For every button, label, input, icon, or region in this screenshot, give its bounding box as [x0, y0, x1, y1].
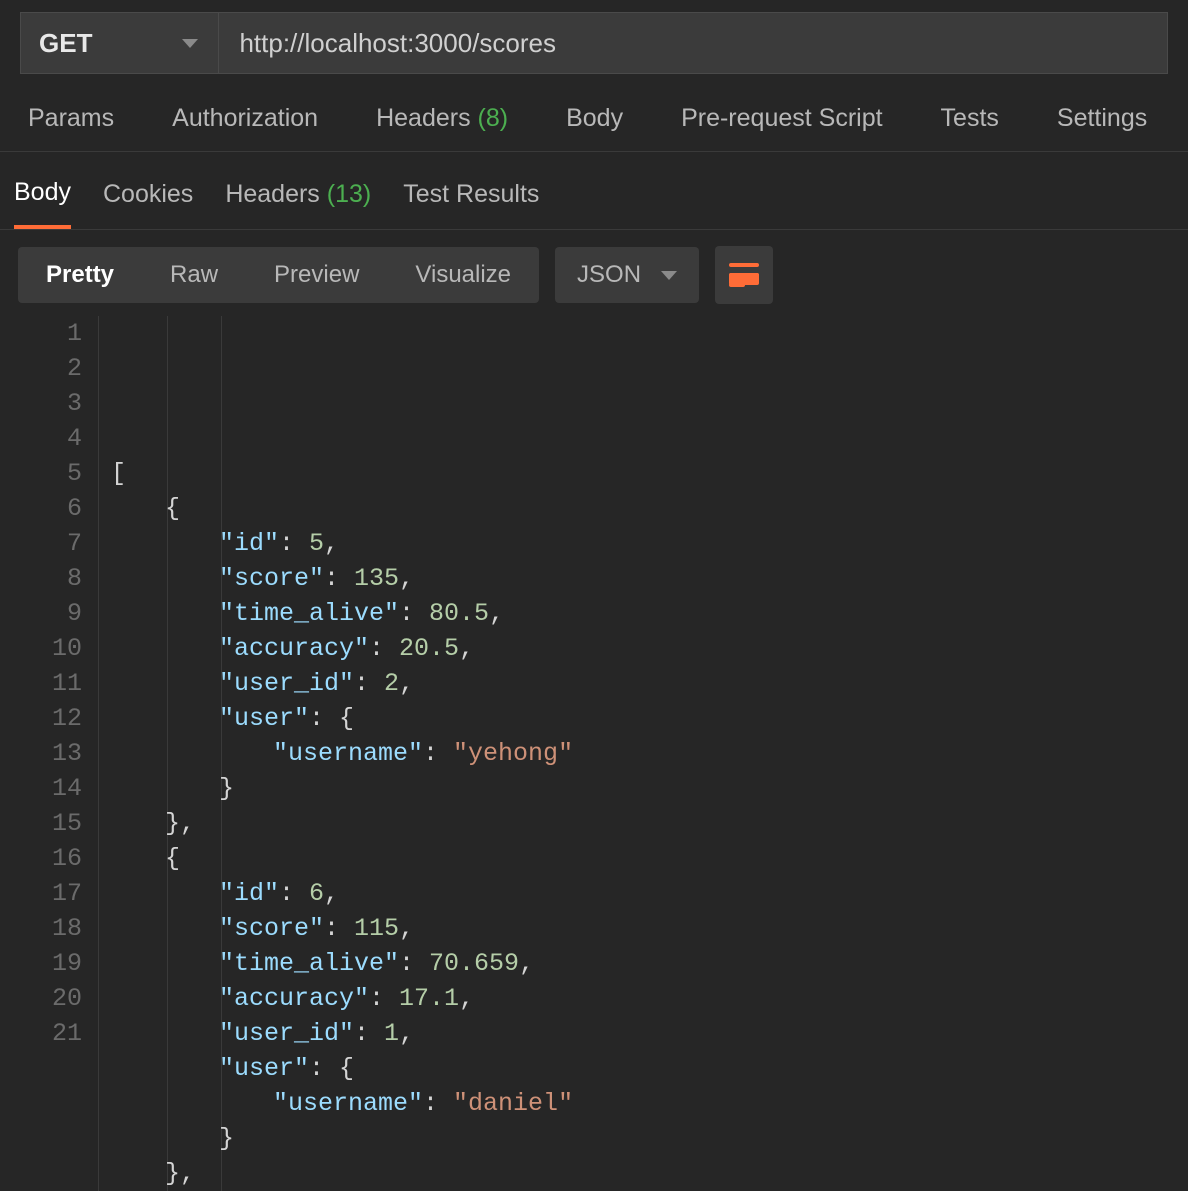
view-raw-button[interactable]: Raw	[142, 247, 246, 303]
view-visualize-button[interactable]: Visualize	[387, 247, 539, 303]
view-preview-button[interactable]: Preview	[246, 247, 387, 303]
chevron-down-icon	[182, 39, 198, 48]
line-number-gutter: 123456789101112131415161718192021	[0, 316, 98, 1191]
chevron-down-icon	[661, 271, 677, 280]
request-tabs: Params Authorization Headers (8) Body Pr…	[0, 74, 1188, 152]
tab-tests[interactable]: Tests	[941, 104, 999, 133]
url-input[interactable]	[219, 13, 1167, 73]
headers-count-badge: (8)	[478, 104, 509, 132]
format-select[interactable]: JSON	[555, 247, 699, 303]
resp-tab-headers[interactable]: Headers (13)	[225, 172, 371, 227]
tab-authorization[interactable]: Authorization	[172, 104, 318, 133]
wrap-lines-button[interactable]	[715, 246, 773, 304]
wrap-lines-icon	[729, 263, 759, 287]
view-pretty-button[interactable]: Pretty	[18, 247, 142, 303]
format-label: JSON	[577, 261, 641, 289]
resp-tab-cookies[interactable]: Cookies	[103, 172, 193, 227]
tab-headers-label: Headers	[376, 104, 471, 132]
code-content[interactable]: [{"id": 5,"score": 135,"time_alive": 80.…	[98, 316, 1188, 1191]
resp-tab-headers-label: Headers	[225, 180, 320, 208]
tab-body[interactable]: Body	[566, 104, 623, 133]
tab-headers[interactable]: Headers (8)	[376, 104, 508, 133]
response-toolbar: Pretty Raw Preview Visualize JSON	[0, 230, 1188, 316]
request-bar: GET	[20, 12, 1168, 74]
resp-headers-count-badge: (13)	[327, 180, 371, 208]
resp-tab-body[interactable]: Body	[14, 170, 71, 229]
http-method-select[interactable]: GET	[21, 13, 219, 73]
resp-tab-test-results[interactable]: Test Results	[403, 172, 539, 227]
http-method-label: GET	[39, 28, 92, 59]
response-body: 123456789101112131415161718192021 [{"id"…	[0, 316, 1188, 1191]
tab-prerequest[interactable]: Pre-request Script	[681, 104, 882, 133]
view-mode-segmented: Pretty Raw Preview Visualize	[18, 247, 539, 303]
response-tabs: Body Cookies Headers (13) Test Results	[0, 152, 1188, 230]
tab-settings[interactable]: Settings	[1057, 104, 1147, 133]
tab-params[interactable]: Params	[28, 104, 114, 133]
